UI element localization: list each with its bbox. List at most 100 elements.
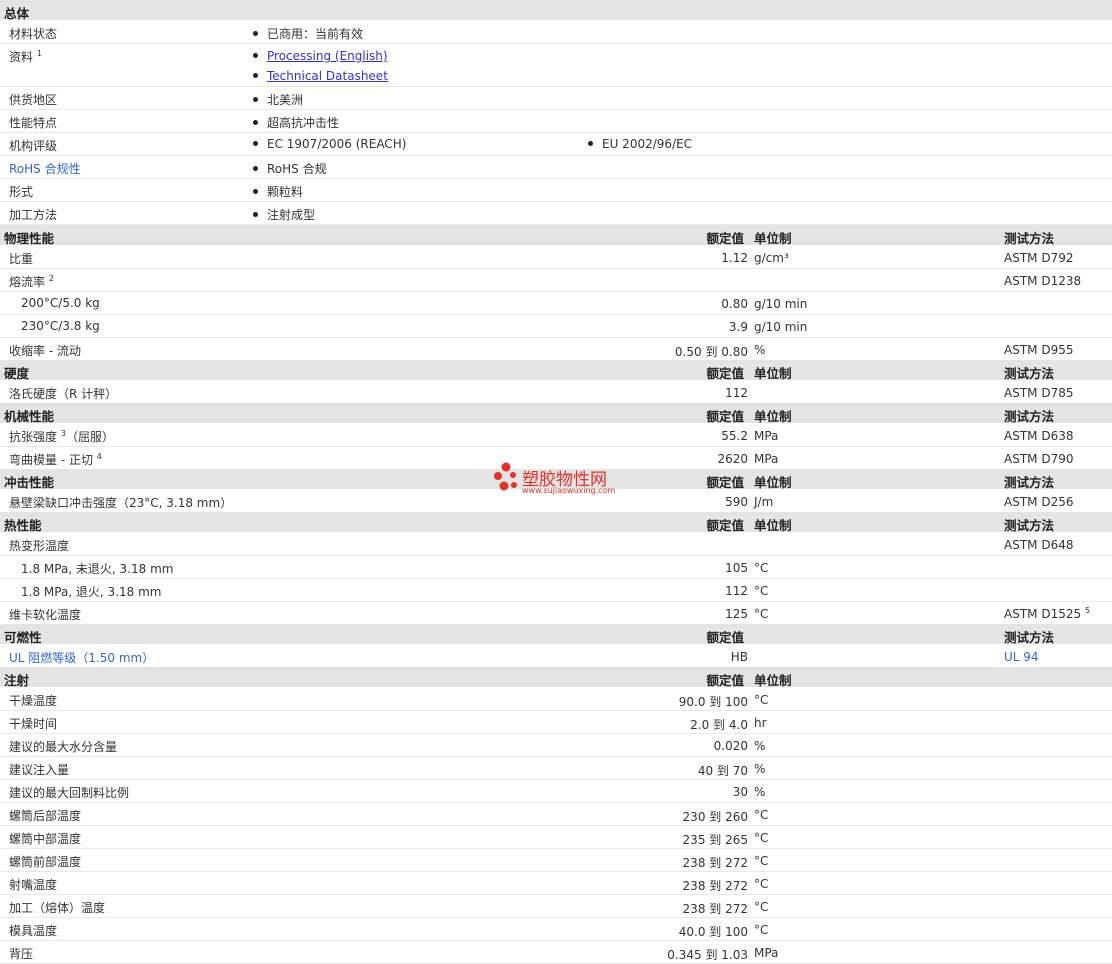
label: 悬壁梁缺口冲击强度（23°C, 3.18 mm） [9,496,233,510]
label: 1.8 MPa, 未退火, 3.18 mm [21,562,174,576]
unit: MPa [754,946,779,960]
doc-link-datasheet[interactable]: Technical Datasheet [267,69,388,83]
section-title: 冲击性能 [4,475,55,490]
value: 230 到 260 [682,810,748,824]
table-row: 干燥时间 2.0 到 4.0 hr [0,711,1112,734]
label: 建议的最大水分含量 [9,740,118,754]
header-test: 测试方法 [1004,518,1055,533]
value: 已商用：当前有效 [253,25,363,42]
header-unit: 单位制 [754,409,792,424]
section-mechanical: 机械性能 额定值 单位制 测试方法 [0,403,1112,424]
value: EU 2002/96/EC [588,137,692,151]
row-status: 材料状态 已商用：当前有效 [0,21,1112,44]
header-unit: 单位制 [754,231,792,246]
header-nominal: 额定值 [706,630,744,645]
injection-rows: 干燥温度 90.0 到 100 °C 干燥时间 2.0 到 4.0 hr 建议的最大水分含量… [0,688,1112,964]
value: HB [730,650,748,664]
label: 加工方法 [9,208,58,222]
unit: °C [754,923,769,937]
table-row: 螺筒中部温度 235 到 265 °C [0,826,1112,849]
test-method: ASTM D785 [1004,386,1074,400]
section-physical: 物理性能 额定值 单位制 测试方法 [0,225,1112,246]
label: 200°C/5.0 kg [21,296,100,310]
test-method: ASTM D648 [1004,538,1074,552]
row-agency: 机构评级 EC 1907/2006 (REACH) EU 2002/96/EC [0,133,1112,156]
value: 590 [725,495,748,509]
unit: °C [754,877,769,891]
unit: g/10 min [754,297,808,311]
value: EC 1907/2006 (REACH) [253,137,406,151]
row-hdt-2: 1.8 MPa, 退火, 3.18 mm 112 °C [0,579,1112,602]
test-method: ASTM D955 [1004,343,1074,357]
section-general: 总体 [0,0,1112,21]
label: 模具温度 [9,924,58,938]
table-row: 射嘴温度 238 到 272 °C [0,872,1112,895]
section-injection: 注射 额定值 单位制 [0,667,1112,688]
unit: °C [754,693,769,707]
test-method: ASTM D792 [1004,251,1074,265]
value: 1.12 [721,251,748,265]
label: 建议注入量 [9,763,70,777]
doc-link-processing[interactable]: Processing (English) [267,49,388,63]
label: 性能特点 [9,116,58,130]
unit: % [754,739,766,753]
row-method: 加工方法 注射成型 [0,202,1112,225]
header-unit: 单位制 [754,673,792,688]
label: 供货地区 [9,93,58,107]
unit: °C [754,900,769,914]
bullet-icon [253,166,258,171]
header-nominal: 额定值 [706,231,744,246]
label: 螺筒前部温度 [9,855,82,869]
label: 螺筒后部温度 [9,809,82,823]
value: 0.020 [713,739,748,753]
value: 112 [725,584,748,598]
value: 颗粒料 [253,183,303,200]
unit: °C [754,831,769,845]
bullet-icon [253,73,258,78]
label: RoHS 合规性 [9,162,81,176]
test-method: ASTM D790 [1004,452,1074,466]
table-row: 加工（熔体）温度 238 到 272 °C [0,895,1112,918]
label: 背压 [9,947,34,961]
value: 125 [725,607,748,621]
value: 90.0 到 100 [678,695,748,709]
table-row: 干燥温度 90.0 到 100 °C [0,688,1112,711]
value: 0.50 到 0.80 [674,345,748,359]
header-nominal: 额定值 [706,518,744,533]
row-vicat: 维卡软化温度 125 °C ASTM D1525 5 [0,602,1112,624]
unit: J/m [754,495,774,509]
table-row: 背压 0.345 到 1.03 MPa [0,941,1112,964]
value: 238 到 272 [682,879,748,893]
header-unit: 单位制 [754,475,792,490]
label: 材料状态 [9,27,58,41]
bullet-icon [253,141,258,146]
header-nominal: 额定值 [706,409,744,424]
label: 建议的最大回制料比例 [9,786,130,800]
header-test: 测试方法 [1004,630,1055,645]
bullet-icon [253,120,258,125]
test-method: ASTM D256 [1004,495,1074,509]
value: 238 到 272 [682,902,748,916]
label: 熔流率 2 [9,274,54,290]
label: 230°C/3.8 kg [21,319,100,333]
label: 收缩率 - 流动 [9,344,81,358]
unit: g/10 min [754,320,808,334]
header-test: 测试方法 [1004,409,1055,424]
unit: hr [754,716,767,730]
label: 热变形温度 [9,539,70,553]
header-test: 测试方法 [1004,231,1055,246]
value: 注射成型 [253,206,315,223]
section-title: 总体 [4,6,30,21]
label: 干燥温度 [9,694,58,708]
row-tensile: 抗张强度 3（屈服） 55.2 MPa ASTM D638 [0,424,1112,447]
row-melt-flow-1: 200°C/5.0 kg 0.80 g/10 min [0,292,1112,315]
row-feature: 性能特点 超高抗冲击性 [0,110,1112,133]
label: 弯曲模量 - 正切 4 [9,452,102,468]
value: 2620 [717,452,748,466]
label: 维卡软化温度 [9,608,82,622]
value: 55.2 [721,429,748,443]
watermark-url: www.sujiaowuxing.com [522,486,616,495]
value: 105 [725,561,748,575]
section-title: 物理性能 [4,231,55,246]
header-nominal: 额定值 [706,475,744,490]
